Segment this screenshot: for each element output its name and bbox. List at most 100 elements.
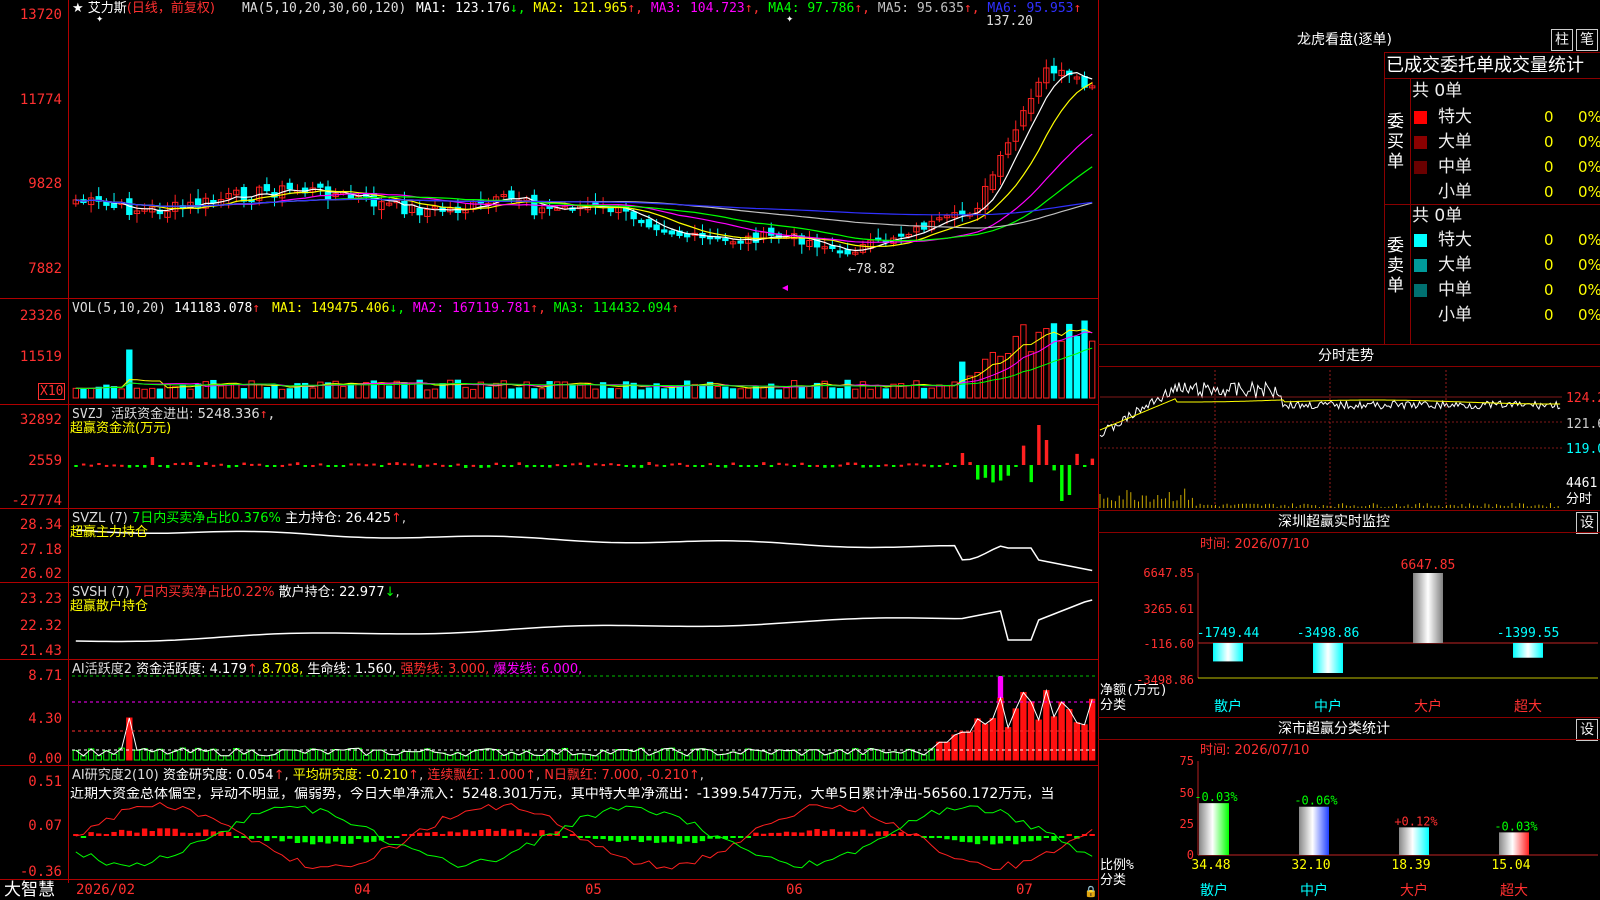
sz-bar — [1413, 573, 1443, 643]
class-settings-button[interactable]: 设 — [1576, 719, 1598, 741]
volume-bar — [340, 385, 347, 399]
volume-bar — [936, 384, 943, 399]
divider — [1098, 344, 1600, 345]
activity-bar — [683, 755, 691, 761]
research-bar — [485, 828, 492, 836]
volume-bar — [271, 384, 278, 399]
research-bar — [355, 836, 362, 839]
activity-bar — [447, 754, 454, 761]
volume-bar — [286, 388, 293, 399]
candle-body — [836, 250, 844, 254]
activity-bar — [1050, 716, 1058, 761]
left-axis-divider — [68, 0, 69, 883]
research-bar — [860, 829, 866, 836]
activity-bar — [431, 751, 439, 761]
flow-bar — [120, 464, 124, 467]
ai1-burst-line: 爆发线: 6.000, — [493, 662, 583, 677]
flow-bar — [655, 464, 659, 467]
activity-bar — [943, 741, 951, 761]
sz-tick: 3265.61 — [1143, 602, 1194, 616]
volume-bar — [783, 387, 790, 399]
bar-view-button[interactable]: 柱 — [1551, 29, 1573, 51]
flow-bar — [693, 465, 697, 467]
volume-bar — [408, 382, 416, 399]
shenzhen-class-title: 深市超赢分类统计 — [1278, 721, 1390, 737]
ma-arrow: ↑ — [1073, 1, 1082, 16]
svzj-subtitle: 超赢资金流(万元) — [70, 421, 172, 436]
intraday-tick: 121.6 — [1566, 417, 1600, 432]
divider — [1384, 52, 1600, 53]
activity-bar — [645, 754, 653, 761]
volume-bar — [240, 388, 248, 399]
order-color-swatch — [1414, 111, 1427, 124]
shenzhen-settings-button[interactable]: 设 — [1576, 512, 1598, 534]
volume-bar — [844, 379, 851, 399]
candle-body — [737, 240, 744, 244]
volume-bar — [110, 386, 118, 399]
tick-view-button[interactable]: 笔 — [1576, 29, 1598, 51]
main-holding-line — [75, 529, 1093, 572]
vol-unit-badge[interactable]: X10 — [38, 383, 66, 400]
flow-bar — [357, 463, 361, 466]
research-bar — [699, 836, 706, 842]
flow-bar — [265, 465, 269, 467]
flow-bar — [97, 463, 101, 466]
activity-bar — [829, 752, 836, 761]
shenzhen-category-label: 分类 — [1100, 698, 1127, 713]
research-bar — [768, 832, 774, 836]
flow-bar — [685, 464, 690, 467]
flow-bar — [914, 463, 919, 466]
class-time: 时间: 2026/07/10 — [1200, 743, 1310, 758]
flow-bar — [746, 465, 751, 467]
research-bar — [225, 832, 232, 836]
svzl-name: SVZL (7) — [72, 511, 128, 526]
flow-bar — [815, 464, 819, 467]
price-tick: 13720 — [19, 7, 62, 23]
activity-bar — [217, 755, 225, 761]
volume-bar — [920, 387, 928, 399]
order-percent: 0% — [1578, 231, 1600, 249]
activity-bar — [202, 750, 209, 761]
volume-bar — [836, 388, 844, 399]
divider — [1384, 52, 1385, 344]
flow-bar — [807, 465, 812, 467]
volume-bar — [852, 388, 859, 399]
research-bar — [814, 828, 820, 836]
research-bar — [898, 832, 904, 836]
sell-orders-label: 委卖单 — [1387, 236, 1404, 296]
volume-bar — [141, 388, 148, 399]
research-bar — [447, 831, 453, 836]
volume-bar — [378, 382, 385, 399]
order-percent: 0% — [1578, 256, 1600, 274]
lock-icon[interactable]: 🔒 — [1084, 884, 1098, 899]
flow-bar — [1037, 425, 1041, 465]
candle-body — [103, 201, 110, 206]
panel-divider — [0, 582, 1098, 583]
candle-body — [768, 227, 775, 236]
ai1-activity: 资金活跃度: 4.179 — [136, 662, 247, 677]
ma-legend-item: MA5: 95.635 — [877, 1, 964, 16]
ss-category-label: 超大 — [1500, 883, 1528, 899]
flow-bar — [104, 464, 109, 467]
flow-bar — [334, 465, 338, 467]
ss-change-label: -0.03% — [1494, 819, 1538, 833]
flow-bar — [945, 462, 949, 465]
research-bar — [600, 836, 606, 840]
activity-bar — [882, 752, 890, 761]
research-bar — [944, 836, 950, 840]
research-bar — [1028, 836, 1034, 842]
stock-title[interactable]: ★ 艾力斯(日线，前复权) — [72, 1, 215, 16]
volume-bar — [424, 389, 431, 399]
volume-bar — [699, 384, 706, 399]
volume-bar — [538, 388, 546, 399]
research-bar — [96, 833, 102, 836]
flow-bar — [983, 465, 988, 478]
research-bar — [164, 828, 171, 836]
volume-bar — [668, 386, 676, 399]
svzl-tick: 26.02 — [19, 566, 62, 582]
ma-legend-item: MA2: 167119.781 — [412, 301, 531, 316]
flow-bar — [303, 465, 307, 467]
volume-bar — [133, 387, 141, 399]
flow-bar — [662, 465, 667, 467]
flow-bar — [876, 465, 881, 467]
